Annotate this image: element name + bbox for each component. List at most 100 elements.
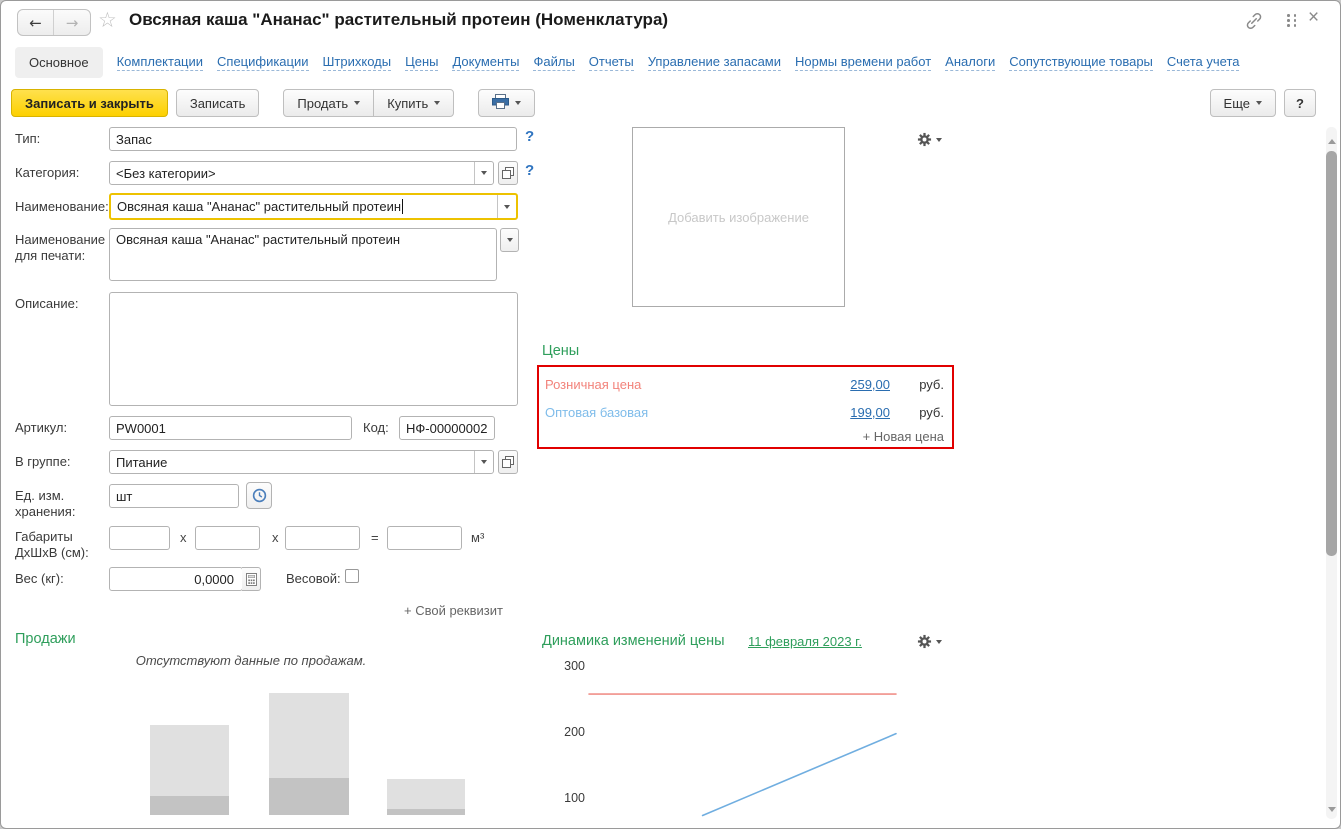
chart-settings-button[interactable] <box>917 634 942 649</box>
new-price-link[interactable]: + Новая цена <box>863 429 944 444</box>
chevron-down-icon <box>354 101 361 105</box>
sell-button[interactable]: Продать <box>283 89 375 117</box>
sku-input[interactable] <box>109 416 352 440</box>
volume-unit-label: м³ <box>471 530 485 545</box>
chevron-down-icon <box>936 137 942 142</box>
unit-history-button[interactable] <box>246 482 272 509</box>
code-input[interactable] <box>399 416 495 440</box>
tab-upravlenie-zapasami[interactable]: Управление запасами <box>647 54 782 71</box>
price-dynamics-header: Динамика изменений цены <box>542 633 725 649</box>
tab-soputstvuyushchie-tovary[interactable]: Сопутствующие товары <box>1009 54 1153 71</box>
y-tick: 200 <box>564 725 585 739</box>
category-help-icon[interactable]: ? <box>525 162 534 179</box>
price-name: Розничная цена <box>545 377 642 392</box>
price-row: Оптовая базовая 199,00 руб. <box>539 401 952 425</box>
custom-attribute-link[interactable]: + Свой реквизит <box>404 603 503 618</box>
buy-button[interactable]: Купить <box>373 89 455 117</box>
unit-input[interactable] <box>109 484 239 508</box>
tab-dokumenty[interactable]: Документы <box>452 54 520 71</box>
name-dropdown-icon[interactable] <box>497 195 516 218</box>
gear-icon <box>917 634 932 649</box>
product-image-placeholder[interactable]: Добавить изображение <box>632 127 845 307</box>
tab-shtrihkody[interactable]: Штрихкоды <box>322 54 392 71</box>
weighted-label: Весовой: <box>286 571 341 586</box>
price-dynamics-date-link[interactable]: 11 февраля 2023 г. <box>748 634 862 649</box>
unit-label: Ед. изм. хранения: <box>15 488 76 519</box>
tab-ceny[interactable]: Цены <box>405 54 439 71</box>
forward-button[interactable]: → <box>54 10 90 35</box>
text-cursor <box>402 199 404 214</box>
type-help-icon[interactable]: ? <box>525 128 534 145</box>
more-button[interactable]: Еще <box>1209 89 1276 117</box>
print-name-textarea[interactable]: Овсяная каша "Ананас" растительный проте… <box>109 228 497 281</box>
back-button[interactable]: ← <box>18 10 54 35</box>
image-settings-button[interactable] <box>917 132 942 147</box>
price-row: Розничная цена 259,00 руб. <box>539 373 952 397</box>
trade-button-group: Продать Купить <box>283 89 455 117</box>
price-value-link[interactable]: 259,00 <box>850 377 890 392</box>
dimension-width-input[interactable] <box>195 526 260 550</box>
sales-empty-text: Отсутствуют данные по продажам. <box>135 653 367 668</box>
open-form-icon <box>502 167 514 179</box>
equals-sign: = <box>371 530 379 545</box>
dimensions-label: Габариты ДхШхВ (см): <box>15 529 89 560</box>
gear-icon <box>917 132 932 147</box>
weighted-checkbox[interactable] <box>345 569 359 583</box>
tab-otchety[interactable]: Отчеты <box>588 54 634 71</box>
close-icon[interactable]: × <box>1308 7 1319 29</box>
print-button[interactable] <box>478 89 536 117</box>
category-dropdown-icon[interactable] <box>474 162 493 184</box>
history-clock-icon <box>252 488 266 503</box>
volume-input[interactable] <box>387 526 462 550</box>
save-close-button[interactable]: Записать и закрыть <box>11 89 168 117</box>
chevron-down-icon <box>515 101 522 105</box>
y-tick: 100 <box>564 791 585 805</box>
type-label: Тип: <box>15 131 41 146</box>
printer-icon <box>492 94 510 112</box>
print-name-label: Наименование для печати: <box>15 232 106 263</box>
open-form-icon <box>502 456 514 468</box>
tab-analogi[interactable]: Аналоги <box>945 54 996 71</box>
dimension-length-input[interactable] <box>109 526 170 550</box>
bar <box>269 693 349 815</box>
bar <box>387 779 465 815</box>
calculator-icon <box>245 572 257 586</box>
scroll-up-icon[interactable] <box>1328 139 1336 144</box>
category-input[interactable]: <Без категории> <box>109 161 494 185</box>
group-input[interactable]: Питание <box>109 450 494 474</box>
category-open-button[interactable] <box>498 161 518 185</box>
tab-normy-vremeni-rabot[interactable]: Нормы времени работ <box>795 54 932 71</box>
tab-faily[interactable]: Файлы <box>533 54 575 71</box>
weight-calculator-button[interactable] <box>242 567 261 591</box>
dimension-height-input[interactable] <box>285 526 360 550</box>
bar <box>150 725 229 815</box>
name-input[interactable]: Овсяная каша "Ананас" растительный проте… <box>109 193 518 220</box>
tab-scheta-ucheta[interactable]: Счета учета <box>1166 54 1240 71</box>
nav-button-group: ← → <box>17 9 91 36</box>
weight-input[interactable] <box>109 567 243 591</box>
multiply-sign: x <box>272 530 279 545</box>
group-open-button[interactable] <box>498 450 518 474</box>
description-textarea[interactable] <box>109 292 518 406</box>
y-tick: 300 <box>564 659 585 673</box>
window: ← → ☆ Овсяная каша "Ананас" растительный… <box>0 0 1341 829</box>
scrollbar-thumb[interactable] <box>1326 151 1337 556</box>
scroll-down-icon[interactable] <box>1328 807 1336 812</box>
copy-link-icon[interactable] <box>1244 12 1264 33</box>
code-label: Код: <box>363 420 389 435</box>
more-menu-icon[interactable] <box>1287 14 1296 28</box>
group-dropdown-icon[interactable] <box>474 451 493 473</box>
tab-specifikacii[interactable]: Спецификации <box>217 54 309 71</box>
favorites-star-icon[interactable]: ☆ <box>98 8 117 32</box>
sales-header: Продажи <box>15 631 76 647</box>
toolbar: Записать и закрыть Записать Продать Купи… <box>11 89 1330 119</box>
tab-osnovnoe[interactable]: Основное <box>15 46 103 78</box>
type-input[interactable] <box>109 127 517 151</box>
print-name-dropdown-button[interactable] <box>500 228 519 252</box>
tab-komplektacii[interactable]: Комплектации <box>116 54 204 71</box>
price-value-link[interactable]: 199,00 <box>850 405 890 420</box>
save-button[interactable]: Записать <box>175 89 260 117</box>
sku-label: Артикул: <box>15 420 68 435</box>
page-title: Овсяная каша "Ананас" растительный проте… <box>129 10 669 29</box>
help-button[interactable]: ? <box>1284 89 1316 117</box>
